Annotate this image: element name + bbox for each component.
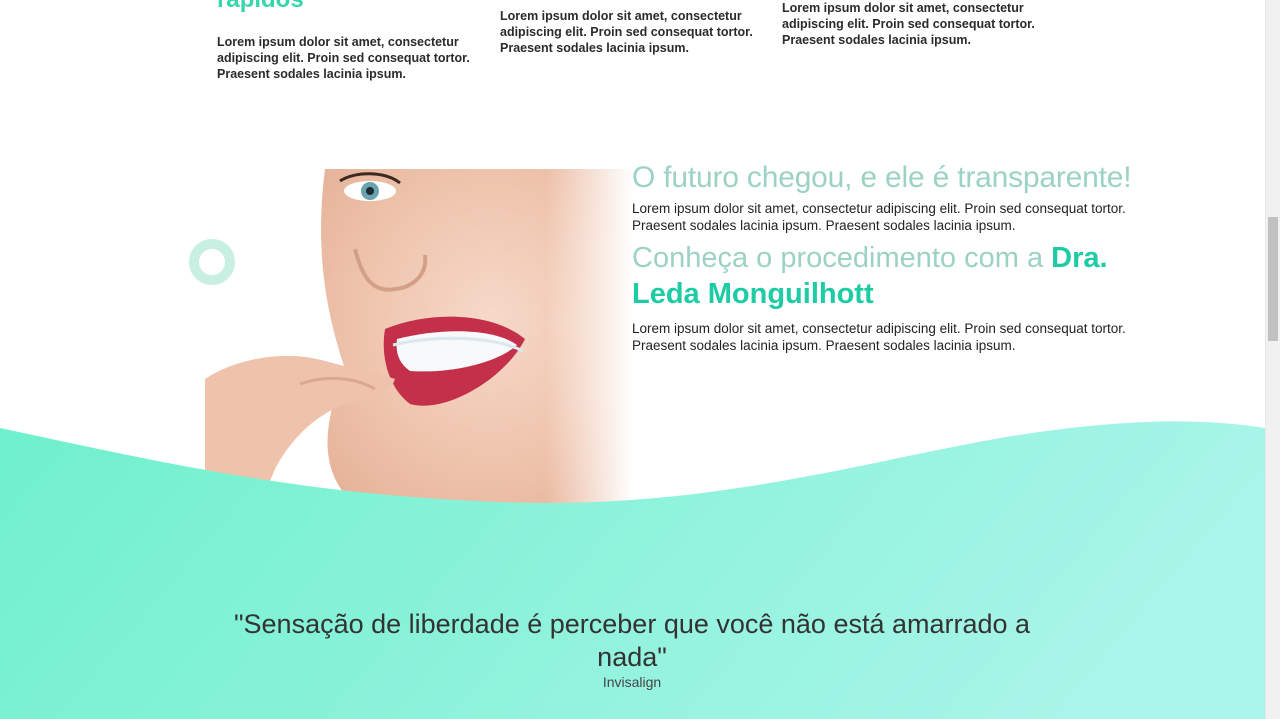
page: rápidos Lorem ipsum dolor sit amet, cons… (0, 0, 1280, 719)
feature-text: Lorem ipsum dolor sit amet, consectetur … (782, 1, 1035, 47)
decorative-ring-icon (189, 239, 235, 285)
section-paragraph-1: Lorem ipsum dolor sit amet, consectetur … (632, 201, 1126, 233)
headline2-prefix: Conheça o procedimento com a (632, 242, 1052, 274)
feature-text: Lorem ipsum dolor sit amet, consectetur … (500, 9, 753, 55)
section-paragraph-2: Lorem ipsum dolor sit amet, consectetur … (632, 321, 1126, 353)
section-headline: O futuro chegou, e ele é transparente! (632, 161, 1132, 194)
feature-title: rápidos (217, 0, 482, 14)
testimonial-author: Invisalign (602, 674, 662, 690)
section-headline-2: Conheça o procedimento com a Dra. Leda M… (632, 240, 1172, 312)
feature-card-3: Lorem ipsum dolor sit amet, consectetur … (782, 0, 1047, 48)
vertical-scrollbar[interactable] (1265, 0, 1280, 719)
feature-card-1: rápidos Lorem ipsum dolor sit amet, cons… (217, 0, 482, 82)
intro-section: O futuro chegou, e ele é transparente! L… (632, 160, 1172, 354)
feature-text: Lorem ipsum dolor sit amet, consectetur … (217, 35, 470, 81)
testimonial-quote: "Sensação de liberdade é perceber que vo… (233, 609, 1031, 672)
scrollbar-thumb[interactable] (1268, 217, 1278, 341)
feature-card-2: Lorem ipsum dolor sit amet, consectetur … (500, 8, 765, 56)
